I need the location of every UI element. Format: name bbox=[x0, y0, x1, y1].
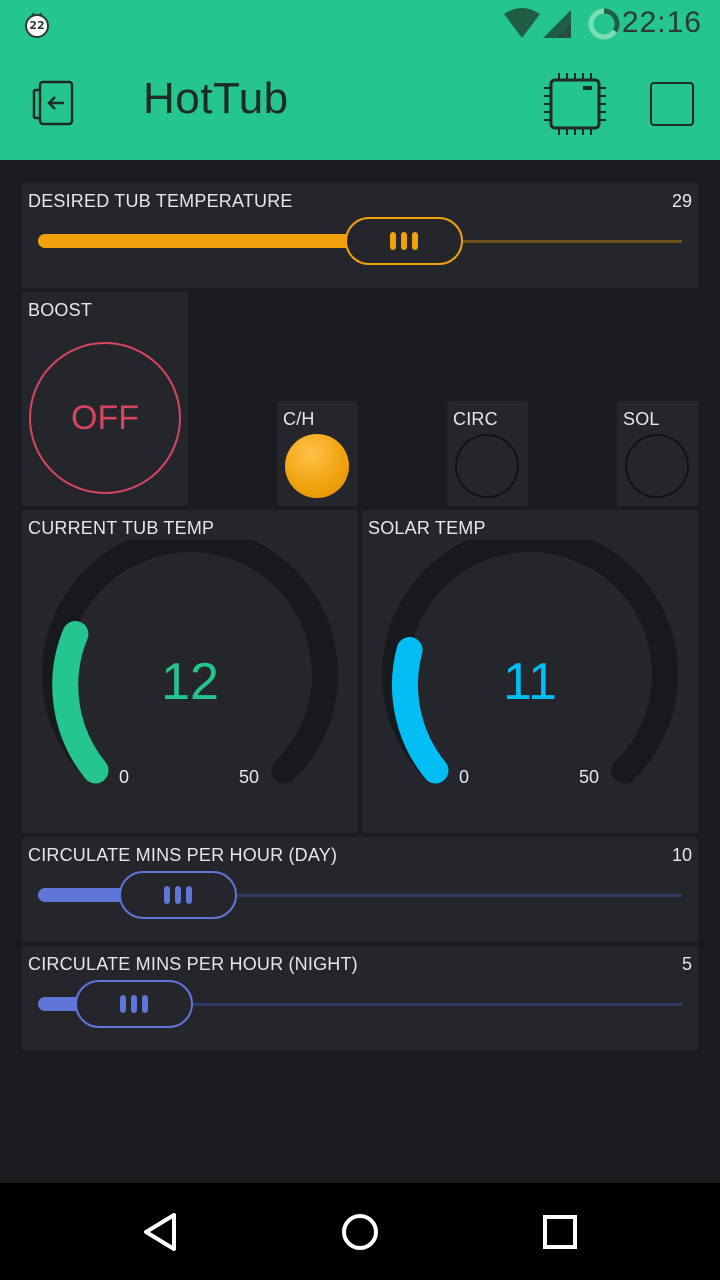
led-circ bbox=[455, 434, 519, 498]
back-icon[interactable] bbox=[140, 1212, 180, 1256]
current-temp-max: 50 bbox=[239, 767, 260, 787]
boost-state: OFF bbox=[71, 398, 139, 437]
led-circ-label: CIRC bbox=[453, 409, 498, 429]
desired-temp-label: DESIRED TUB TEMPERATURE bbox=[28, 191, 293, 211]
app-title: HotTub bbox=[143, 74, 289, 123]
circ-day-label: CIRCULATE MINS PER HOUR (DAY) bbox=[28, 845, 338, 865]
wifi-icon bbox=[502, 8, 542, 44]
boost-button[interactable]: OFF bbox=[29, 342, 181, 494]
home-icon[interactable] bbox=[340, 1212, 380, 1256]
led-sol-label: SOL bbox=[623, 409, 660, 429]
battery-icon bbox=[587, 7, 621, 45]
circ-night-slider[interactable] bbox=[38, 980, 682, 1031]
current-temp-value: 12 bbox=[161, 653, 219, 711]
desired-temp-value: 29 bbox=[671, 191, 692, 211]
signal-icon bbox=[543, 8, 573, 42]
exit-icon[interactable] bbox=[30, 80, 82, 128]
solar-temp-value: 11 bbox=[503, 653, 557, 711]
circ-day-slider[interactable] bbox=[38, 871, 682, 922]
solar-temp-min: 0 bbox=[459, 767, 470, 787]
desired-temp-slider[interactable] bbox=[38, 217, 682, 268]
notification-badge: 22 bbox=[29, 19, 45, 32]
status-time: 22:16 bbox=[621, 6, 702, 39]
slider-thumb[interactable] bbox=[75, 980, 193, 1028]
slider-thumb[interactable] bbox=[345, 217, 463, 265]
led-ch-label: C/H bbox=[283, 409, 315, 429]
boost-label: BOOST bbox=[28, 300, 93, 320]
circ-day-value: 10 bbox=[671, 845, 692, 865]
led-sol bbox=[625, 434, 689, 498]
circ-night-label: CIRCULATE MINS PER HOUR (NIGHT) bbox=[28, 954, 358, 974]
current-temp-min: 0 bbox=[119, 767, 130, 787]
led-ch bbox=[285, 434, 349, 498]
recents-icon[interactable] bbox=[540, 1212, 580, 1256]
circ-night-value: 5 bbox=[681, 954, 692, 974]
device-chip-icon[interactable] bbox=[543, 72, 607, 136]
current-temp-label: CURRENT TUB TEMP bbox=[28, 518, 215, 538]
stop-square-icon[interactable] bbox=[650, 82, 694, 126]
solar-temp-max: 50 bbox=[579, 767, 600, 787]
slider-thumb[interactable] bbox=[119, 871, 237, 919]
solar-temp-label: SOLAR TEMP bbox=[368, 518, 486, 538]
